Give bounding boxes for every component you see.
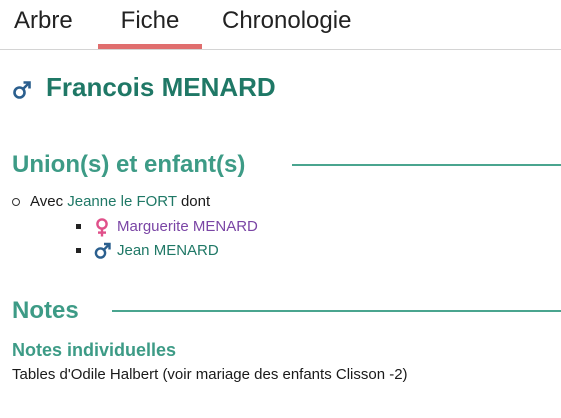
person-name: Francois MENARD [46,72,276,102]
tab-arbre[interactable]: Arbre [14,0,73,49]
female-icon [94,218,110,243]
circle-bullet-icon [12,198,20,206]
note-text: Tables d'Odile Halbert (voir mariage des… [12,366,408,383]
square-bullet-icon [76,248,81,253]
notes-subheading: Notes individuelles [12,340,177,360]
section-divider [112,310,561,312]
notes-section-heading: Notes [12,297,561,329]
union-suffix: dont [180,193,211,210]
tab-bar: Arbre Fiche Chronologie [0,0,561,50]
tab-fiche[interactable]: Fiche [98,0,202,49]
union-prefix: Avec [30,193,64,210]
unions-heading-label: Union(s) et enfant(s) [12,151,246,178]
notes-heading-label: Notes [12,297,79,324]
child-link-marguerite[interactable]: Marguerite MENARD [117,217,258,237]
section-divider [292,164,561,166]
square-bullet-icon [76,224,81,229]
tab-chronologie[interactable]: Chronologie [222,0,351,49]
male-icon [12,80,32,105]
unions-section-heading: Union(s) et enfant(s) [12,151,561,183]
child-link-jean[interactable]: Jean MENARD [117,241,219,261]
union-text: Avec Jeanne le FORT dont [30,192,210,212]
spouse-link[interactable]: Jeanne le FORT [67,193,177,210]
male-icon [94,242,111,266]
